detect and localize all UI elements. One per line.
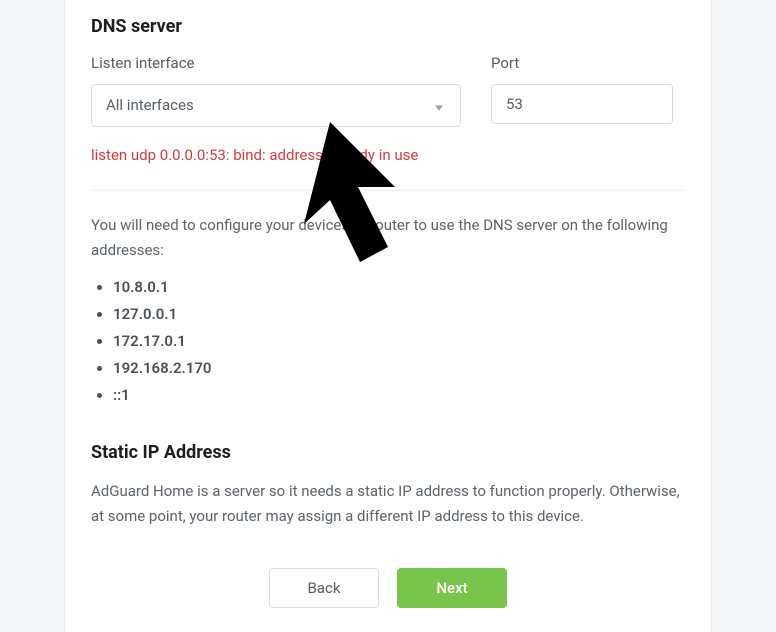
address-list: 10.8.0.1 127.0.0.1 172.17.0.1 192.168.2.… bbox=[91, 277, 685, 406]
settings-card: DNS server Listen interface All interfac… bbox=[64, 0, 712, 632]
list-item: ::1 bbox=[113, 385, 685, 406]
back-button[interactable]: Back bbox=[269, 568, 379, 608]
section-divider bbox=[91, 190, 685, 191]
port-field: Port bbox=[491, 53, 673, 124]
list-item: 127.0.0.1 bbox=[113, 304, 685, 325]
dns-fields-row: Listen interface All interfaces Port bbox=[91, 53, 685, 127]
port-label: Port bbox=[491, 53, 673, 74]
static-ip-heading: Static IP Address bbox=[91, 440, 685, 465]
listen-interface-field: Listen interface All interfaces bbox=[91, 53, 461, 127]
dns-server-heading: DNS server bbox=[91, 14, 685, 39]
listen-interface-label: Listen interface bbox=[91, 53, 461, 74]
list-item: 10.8.0.1 bbox=[113, 277, 685, 298]
next-button[interactable]: Next bbox=[397, 568, 507, 608]
static-ip-text: AdGuard Home is a server so it needs a s… bbox=[91, 479, 685, 529]
static-ip-section: Static IP Address AdGuard Home is a serv… bbox=[91, 440, 685, 529]
list-item: 192.168.2.170 bbox=[113, 358, 685, 379]
wizard-buttons: Back Next bbox=[91, 568, 685, 608]
instruction-text: You will need to configure your devices … bbox=[91, 213, 685, 263]
port-input[interactable] bbox=[491, 84, 673, 124]
list-item: 172.17.0.1 bbox=[113, 331, 685, 352]
listen-interface-select[interactable]: All interfaces bbox=[91, 84, 461, 127]
dns-error-message: listen udp 0.0.0.0:53: bind: address alr… bbox=[91, 145, 685, 166]
